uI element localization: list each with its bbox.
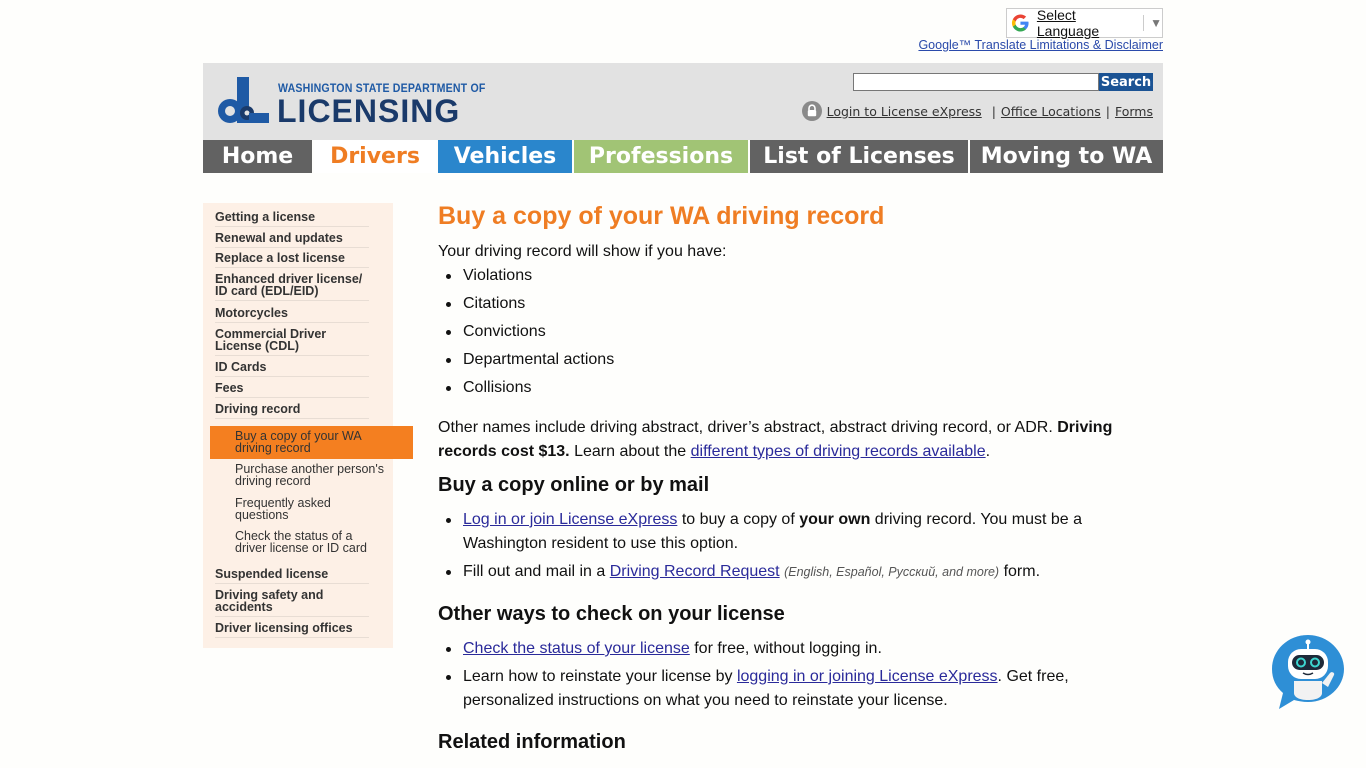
sidebar-item-suspended[interactable]: Suspended license bbox=[215, 568, 369, 584]
list-item: Citations bbox=[445, 292, 525, 316]
lock-icon bbox=[801, 101, 822, 121]
separator: | bbox=[991, 103, 996, 119]
list-item: Check the status of your license for fre… bbox=[446, 637, 1123, 661]
main-nav: Home Drivers Vehicles Professions List o… bbox=[203, 140, 1163, 173]
list-item: Collisions bbox=[445, 376, 531, 400]
license-express-link[interactable]: Log in or join License eXpress bbox=[463, 511, 677, 528]
driving-record-request-link[interactable]: Driving Record Request bbox=[610, 563, 780, 580]
text: form. bbox=[1003, 563, 1041, 580]
divider bbox=[1143, 15, 1145, 31]
sidebar-subitem-check-status[interactable]: Check the status of a driver license or … bbox=[235, 530, 385, 555]
reinstate-license-express-link[interactable]: logging in or joining License eXpress bbox=[737, 668, 998, 685]
dol-logo-mark-icon bbox=[218, 77, 269, 123]
section-heading-other-ways: Other ways to check on your license bbox=[438, 603, 785, 625]
dol-logo[interactable]: WASHINGTON STATE DEPARTMENT OF LICENSING bbox=[217, 75, 485, 129]
sidebar-nav: Getting a license Renewal and updates Re… bbox=[203, 203, 413, 648]
record-types-link[interactable]: different types of driving records avail… bbox=[691, 443, 986, 460]
nav-tab-home[interactable]: Home bbox=[203, 140, 314, 173]
learn-prefix: Learn about the bbox=[574, 443, 687, 460]
section-heading-related: Related information bbox=[438, 731, 626, 753]
forms-link[interactable]: Forms bbox=[1115, 104, 1153, 119]
office-locations-link[interactable]: Office Locations bbox=[1001, 104, 1101, 119]
utility-links: Login to License eXpress | Office Locati… bbox=[801, 101, 1153, 121]
bold-text: your own bbox=[799, 511, 871, 528]
sidebar-item-getting-a-license[interactable]: Getting a license bbox=[215, 211, 369, 227]
sidebar-item-driving-record[interactable]: Driving record bbox=[215, 403, 369, 419]
list-item: Fill out and mail in a Driving Record Re… bbox=[446, 560, 1123, 584]
language-selector[interactable]: Select Language ▼ bbox=[1006, 7, 1163, 39]
separator: | bbox=[1105, 103, 1110, 119]
text: to buy a copy of bbox=[681, 511, 795, 528]
sidebar-item-renewal[interactable]: Renewal and updates bbox=[215, 232, 369, 248]
sidebar-item-motorcycles[interactable]: Motorcycles bbox=[215, 307, 369, 323]
list-item: Log in or join License eXpress to buy a … bbox=[446, 508, 1103, 556]
list-item: Convictions bbox=[446, 320, 546, 344]
select-language-label[interactable]: Select Language bbox=[1037, 7, 1136, 39]
page-title: Buy a copy of your WA driving record bbox=[438, 202, 885, 230]
check-status-link[interactable]: Check the status of your license bbox=[463, 640, 690, 657]
chatbot-icon[interactable] bbox=[1270, 633, 1346, 711]
nav-tab-list-of-licenses[interactable]: List of Licenses bbox=[750, 140, 970, 173]
text: for free, without logging in. bbox=[694, 640, 882, 657]
nav-tab-drivers[interactable]: Drivers bbox=[314, 140, 438, 173]
list-item: Learn how to reinstate your license by l… bbox=[446, 665, 1103, 713]
sidebar-item-cdl[interactable]: Commercial Driver License (CDL) bbox=[215, 328, 369, 356]
sidebar-item-id-cards[interactable]: ID Cards bbox=[215, 361, 369, 377]
logo-title: LICENSING bbox=[277, 93, 461, 129]
site-header: WASHINGTON STATE DEPARTMENT OF LICENSING… bbox=[203, 63, 1163, 140]
sidebar-item-fees[interactable]: Fees bbox=[215, 382, 369, 398]
sidebar-item-edl[interactable]: Enhanced driver license/ ID card (EDL/EI… bbox=[215, 273, 369, 301]
other-names-text: Other names include driving abstract, dr… bbox=[438, 419, 1053, 436]
search-button[interactable]: Search bbox=[1099, 73, 1153, 91]
languages-note: (English, Español, Русский, and more) bbox=[784, 565, 1000, 579]
login-license-express-link[interactable]: Login to License eXpress bbox=[827, 104, 982, 119]
sidebar-item-replace-lost[interactable]: Replace a lost license bbox=[215, 252, 369, 268]
translate-disclaimer-link[interactable]: Google™ Translate Limitations & Disclaim… bbox=[918, 38, 1163, 52]
google-g-icon bbox=[1011, 14, 1029, 32]
nav-tab-vehicles[interactable]: Vehicles bbox=[438, 140, 574, 173]
sidebar-subitem-purchase-another[interactable]: Purchase another person's driving record bbox=[235, 463, 385, 488]
text: Learn how to reinstate your license by bbox=[463, 668, 733, 685]
section-heading-buy: Buy a copy online or by mail bbox=[438, 474, 710, 496]
intro-text: Your driving record will show if you hav… bbox=[438, 243, 727, 260]
sidebar-subitem-buy-copy[interactable]: Buy a copy of your WA driving record bbox=[235, 430, 385, 455]
nav-tab-moving-to-wa[interactable]: Moving to WA bbox=[970, 140, 1163, 173]
sidebar-item-offices[interactable]: Driver licensing offices bbox=[215, 622, 369, 638]
other-names-paragraph: Other names include driving abstract, dr… bbox=[438, 416, 1128, 464]
text: Fill out and mail in a bbox=[463, 563, 606, 580]
period: . bbox=[985, 443, 991, 460]
list-item: Departmental actions bbox=[445, 348, 614, 372]
sidebar-item-safety[interactable]: Driving safety and accidents bbox=[215, 589, 369, 617]
sidebar-subitem-faq[interactable]: Frequently asked questions bbox=[235, 497, 385, 522]
nav-tab-professions[interactable]: Professions bbox=[574, 140, 750, 173]
list-item: Violations bbox=[445, 264, 532, 288]
search-input[interactable] bbox=[853, 73, 1099, 91]
dropdown-arrow-icon[interactable]: ▼ bbox=[1150, 16, 1162, 30]
